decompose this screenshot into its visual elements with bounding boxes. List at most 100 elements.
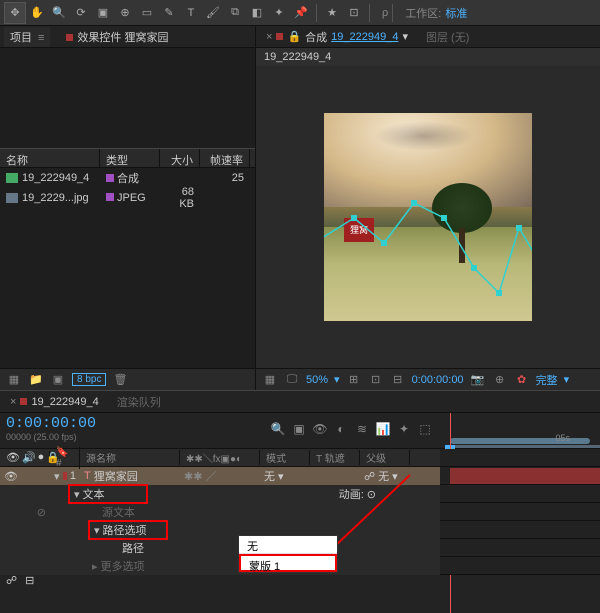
tab-layer[interactable]: 图层 (无) <box>422 27 473 47</box>
tab-composition[interactable]: × 🔒 合成 19_222949_4 ▾ <box>262 27 412 47</box>
tab-timeline-comp[interactable]: × 19_222949_4 <box>6 394 103 410</box>
chevron-down-icon[interactable]: ▾ <box>402 30 408 43</box>
parent-dropdown[interactable]: 无 <box>378 468 389 484</box>
close-icon[interactable]: × <box>10 396 16 408</box>
search-icon[interactable]: ρ <box>382 7 388 19</box>
rotate-tool-icon[interactable]: ⟳ <box>70 2 92 24</box>
project-item[interactable]: 19_2229...jpg JPEG 68 KB <box>0 188 255 208</box>
delete-icon[interactable]: 🗑 <box>112 372 128 388</box>
property-row[interactable]: ▾文本 动画:⊙ <box>0 485 440 503</box>
pen-tool-icon[interactable]: ✎ <box>158 2 180 24</box>
col-name[interactable]: 名称 <box>0 149 100 167</box>
anchor-tool-icon[interactable]: ⊕ <box>114 2 136 24</box>
new-folder-icon[interactable]: 📁 <box>28 372 44 388</box>
workspace-dropdown[interactable]: 标准 <box>445 5 467 21</box>
source-text-prop[interactable]: 源文本 <box>102 504 135 520</box>
shape-tool-icon[interactable]: ▭ <box>136 2 158 24</box>
snapshot-icon[interactable]: 📷 <box>470 372 486 388</box>
shy-icon[interactable]: 👁 <box>311 421 329 437</box>
hand-tool-icon[interactable]: ✋ <box>26 2 48 24</box>
color-mgmt-icon[interactable]: ✿ <box>514 372 530 388</box>
new-comp-icon[interactable]: ▣ <box>50 372 66 388</box>
camera-tool-icon[interactable]: ▣ <box>92 2 114 24</box>
eraser-tool-icon[interactable]: ◧ <box>246 2 268 24</box>
selection-tool-icon[interactable]: ✥ <box>4 2 26 24</box>
draft3d-icon[interactable]: ⬚ <box>416 421 434 437</box>
channel-icon[interactable]: ⊕ <box>492 372 508 388</box>
comp-icon <box>20 398 27 405</box>
tab-effect-controls[interactable]: 效果控件 狸窝家园 <box>60 27 174 47</box>
property-row[interactable]: ▾路径选项 <box>0 521 440 539</box>
col-type[interactable]: 类型 <box>100 149 160 167</box>
col-trkmat[interactable]: T 轨遮 <box>310 450 360 465</box>
toggle-switches-icon[interactable]: ☍ <box>6 574 17 587</box>
timeline-tracks[interactable]: 05s <box>440 413 600 575</box>
eye-icon[interactable]: 👁 <box>6 451 20 464</box>
twirl-icon[interactable]: ▾ <box>94 524 100 537</box>
snap-icon[interactable]: ⊡ <box>343 2 365 24</box>
composition-viewer: × 🔒 合成 19_222949_4 ▾ 图层 (无) 19_222949_4 … <box>256 26 600 390</box>
motion-blur-icon[interactable]: ≋ <box>353 421 371 437</box>
tab-project[interactable]: 项目≡ <box>4 27 50 47</box>
puppet-tool-icon[interactable]: 📌 <box>290 2 312 24</box>
more-options-group[interactable]: 更多选项 <box>101 558 145 574</box>
animate-add-icon[interactable]: ⊙ <box>367 488 376 501</box>
project-list[interactable]: 名称 类型 大小 帧速率 19_222949_4 合成 25 19_2229..… <box>0 48 255 368</box>
grid-icon[interactable]: ⊟ <box>390 372 406 388</box>
col-size[interactable]: 大小 <box>160 149 200 167</box>
twirl-icon[interactable]: ▾ <box>54 470 60 483</box>
display-icon[interactable]: 🖵 <box>284 372 300 388</box>
dropdown-option-mask1[interactable]: 蒙版 1 <box>239 554 337 572</box>
comp-mini-icon[interactable]: ▣ <box>290 421 308 437</box>
current-time[interactable]: 0:00:00:00 <box>6 415 96 432</box>
property-row[interactable]: ▸更多选项 <box>0 557 440 575</box>
col-parent[interactable]: 父级 <box>360 450 410 465</box>
frame-blend-icon[interactable]: ◐ <box>332 421 350 437</box>
graph-icon[interactable]: 📊 <box>374 421 392 437</box>
col-mode[interactable]: 模式 <box>260 450 310 465</box>
close-icon[interactable]: × <box>266 31 272 43</box>
eye-toggle-icon[interactable]: 👁 <box>4 470 18 483</box>
blend-mode-dropdown[interactable]: 无 <box>264 468 275 484</box>
comp-breadcrumb[interactable]: 19_222949_4 <box>256 48 600 66</box>
region-icon[interactable]: ⊡ <box>368 372 384 388</box>
brain-icon[interactable]: ✦ <box>395 421 413 437</box>
audio-icon[interactable]: 🔊 <box>22 451 36 464</box>
quality-dropdown[interactable]: 完整 <box>536 372 558 388</box>
layer-row[interactable]: 👁 ▾1 T狸窝家园 ✱✱ ／ 无 ▾ ☍ 无 ▾ <box>0 467 440 485</box>
stopwatch-icon[interactable]: ⊘ <box>37 506 46 519</box>
layer-duration-bar[interactable] <box>450 468 600 484</box>
property-row[interactable]: ⊘ 源文本 <box>0 503 440 521</box>
path-options-group: ▾路径选项 <box>88 520 168 540</box>
lock-icon[interactable]: 🔒 <box>287 30 301 43</box>
comp-link[interactable]: 19_222949_4 <box>331 31 398 43</box>
clone-tool-icon[interactable]: ⧉ <box>224 2 246 24</box>
col-source-name[interactable]: 源名称 <box>80 450 180 465</box>
resolution-icon[interactable]: ⊞ <box>346 372 362 388</box>
search-icon[interactable]: 🔍 <box>269 421 287 437</box>
text-tool-icon[interactable]: T <box>180 2 202 24</box>
dropdown-option-none[interactable]: 无 <box>239 536 337 554</box>
interpret-footage-icon[interactable]: ▦ <box>6 372 22 388</box>
snap-star-icon[interactable]: ★ <box>321 2 343 24</box>
toggle-modes-icon[interactable]: ⊟ <box>25 574 34 587</box>
zoom-tool-icon[interactable]: 🔍 <box>48 2 70 24</box>
tab-render-queue[interactable]: 渲染队列 <box>113 392 165 412</box>
time-ruler[interactable]: 05s <box>440 413 600 449</box>
roto-tool-icon[interactable]: ✦ <box>268 2 290 24</box>
panel-menu-icon[interactable]: ≡ <box>38 32 44 44</box>
brush-tool-icon[interactable]: 🖌 <box>202 2 224 24</box>
image-file-icon <box>6 193 18 203</box>
viewer-canvas[interactable]: 狸窝 <box>256 66 600 368</box>
alpha-icon[interactable]: ▦ <box>262 372 278 388</box>
solo-icon[interactable]: ● <box>38 451 45 464</box>
property-row[interactable]: 路径 无 ▾ <box>0 539 440 557</box>
col-fps[interactable]: 帧速率 <box>200 149 250 167</box>
bpc-button[interactable]: 8 bpc <box>72 373 106 386</box>
zoom-dropdown[interactable]: 50% <box>306 374 328 386</box>
frame-display: 00000 (25.00 fps) <box>6 432 96 442</box>
project-item[interactable]: 19_222949_4 合成 25 <box>0 168 255 188</box>
twirl-icon[interactable]: ▾ <box>74 488 80 501</box>
twirl-icon[interactable]: ▸ <box>92 560 98 573</box>
time-display[interactable]: 0:00:00:00 <box>412 374 464 386</box>
